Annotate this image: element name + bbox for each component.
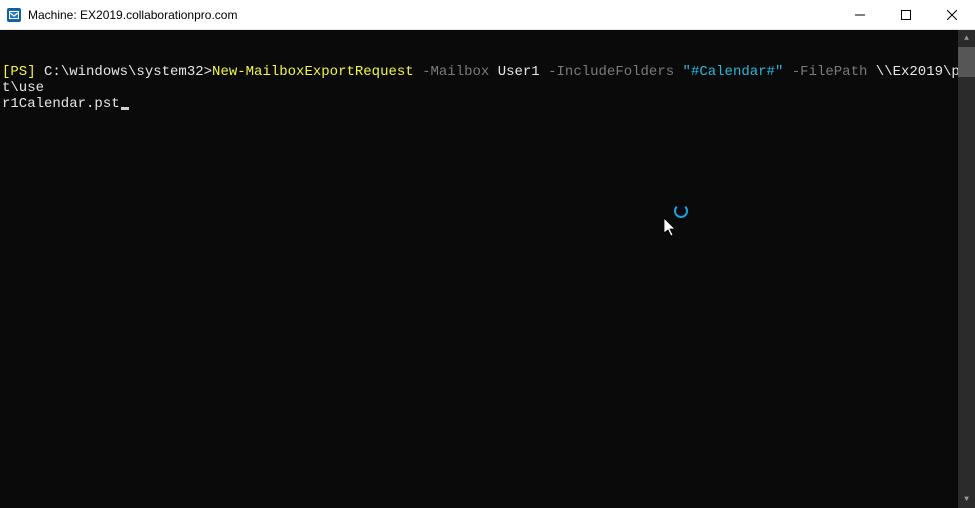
param-filepath: -FilePath <box>783 64 875 80</box>
window-title: Machine: EX2019.collaborationpro.com <box>28 8 837 22</box>
vertical-scrollbar[interactable]: ▲ ▼ <box>958 30 975 508</box>
text-cursor <box>121 107 129 110</box>
minimize-button[interactable] <box>837 0 883 30</box>
cmdlet-name: New-MailboxExportRequest <box>212 64 414 80</box>
maximize-button[interactable] <box>883 0 929 30</box>
app-icon <box>6 7 22 23</box>
val-mailbox: User1 <box>498 64 540 80</box>
cursor-arrow-icon <box>664 218 678 238</box>
scroll-up-arrow[interactable]: ▲ <box>958 30 975 47</box>
param-includefolders: -IncludeFolders <box>540 64 683 80</box>
mouse-pointer-busy <box>664 210 698 274</box>
prompt-bracket: [PS] <box>2 64 36 80</box>
scroll-thumb[interactable] <box>958 47 975 77</box>
window-controls <box>837 0 975 29</box>
command-line: [PS] C:\windows\system32>New-MailboxExpo… <box>2 64 975 96</box>
prompt-path: C:\windows\system32> <box>36 64 212 80</box>
param-mailbox: -Mailbox <box>414 64 498 80</box>
command-line-wrap: r1Calendar.pst <box>2 96 975 112</box>
titlebar: Machine: EX2019.collaborationpro.com <box>0 0 975 30</box>
terminal-area[interactable]: [PS] C:\windows\system32>New-MailboxExpo… <box>0 30 975 508</box>
val-includefolders: "#Calendar#" <box>683 64 784 80</box>
busy-spinner-icon <box>674 204 688 218</box>
val-filepath-part2: r1Calendar.pst <box>2 96 120 112</box>
scroll-down-arrow[interactable]: ▼ <box>958 491 975 508</box>
close-button[interactable] <box>929 0 975 30</box>
